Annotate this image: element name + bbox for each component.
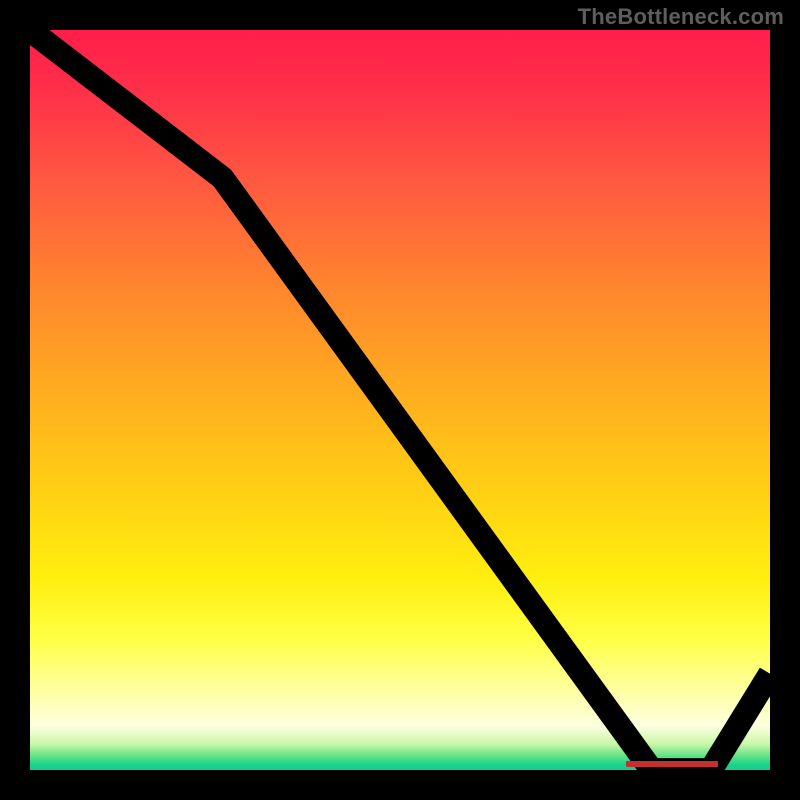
plot-area xyxy=(30,30,770,770)
optimal-range-marker xyxy=(626,761,719,767)
chart-frame: TheBottleneck.com xyxy=(0,0,800,800)
bottleneck-curve xyxy=(30,30,770,770)
curve-svg xyxy=(30,30,770,770)
watermark-text: TheBottleneck.com xyxy=(578,4,784,30)
